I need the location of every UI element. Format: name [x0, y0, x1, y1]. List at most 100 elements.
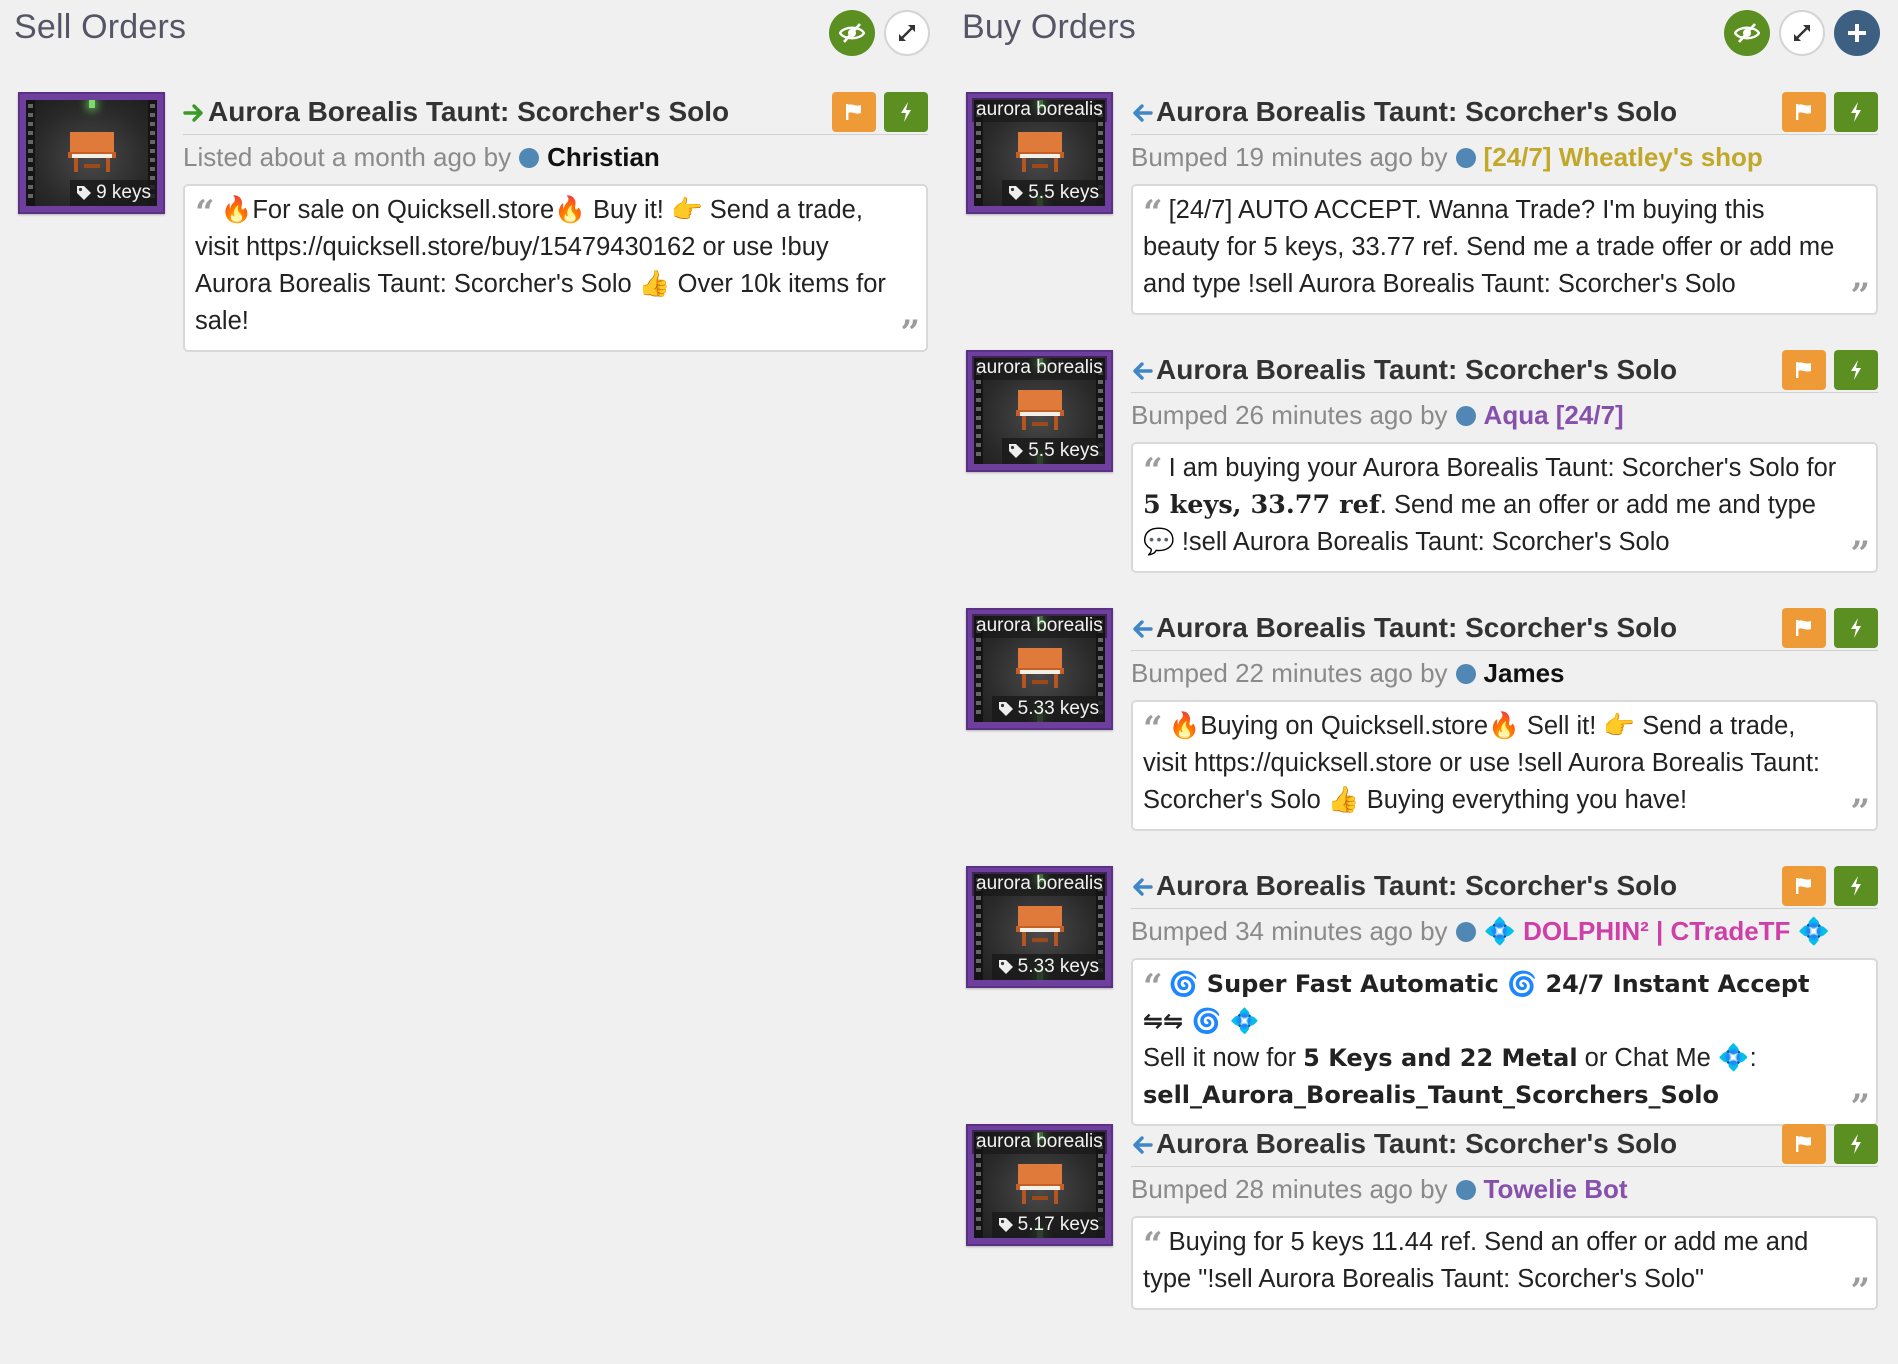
item-image[interactable]: aurora borealis 5.33 keys	[966, 608, 1113, 730]
quote-right-icon: ”	[1850, 534, 1870, 574]
price-label: 5.5 keys	[1028, 440, 1099, 461]
item-image[interactable]: aurora borealis 5.5 keys	[966, 92, 1113, 214]
tag-icon	[998, 960, 1013, 974]
expand-icon	[899, 25, 915, 41]
item-name[interactable]: Aurora Borealis Taunt: Scorcher's Solo	[1156, 612, 1677, 644]
quote-right-icon: ”	[1850, 1087, 1870, 1127]
online-status-dot	[519, 147, 540, 168]
listing-meta: Bumped 22 minutes ago by James	[1131, 658, 1565, 689]
hide-sell-orders-button[interactable]	[829, 10, 875, 56]
buy-orders-title: Buy Orders	[962, 8, 1136, 46]
item-name[interactable]: Aurora Borealis Taunt: Scorcher's Solo	[1156, 870, 1677, 902]
user-link[interactable]: James	[1484, 658, 1565, 689]
quote-right-icon: ”	[1850, 792, 1870, 832]
bolt-icon	[1851, 618, 1861, 638]
price-tag: 5.5 keys	[1002, 438, 1105, 464]
flag-icon	[1796, 1136, 1811, 1152]
bolt-icon	[1851, 1134, 1861, 1154]
effect-label: aurora borealis	[972, 98, 1107, 122]
quote-left-icon: “	[1143, 967, 1163, 1007]
report-button[interactable]	[1782, 350, 1826, 390]
price-label: 5.17 keys	[1017, 1214, 1099, 1235]
online-status-dot	[1455, 921, 1476, 942]
arrow-left-icon	[1133, 362, 1153, 380]
arrow-left-icon	[1133, 104, 1153, 122]
quick-trade-button[interactable]	[1834, 866, 1878, 906]
bolt-icon	[1851, 876, 1861, 896]
flag-icon	[1796, 878, 1811, 894]
listing-meta: Bumped 26 minutes ago by Aqua [24/7]	[1131, 400, 1624, 431]
price-label: 5.33 keys	[1017, 956, 1099, 977]
item-image[interactable]: 9 keys	[18, 92, 165, 214]
item-header: Aurora Borealis Taunt: Scorcher's Solo	[1131, 350, 1878, 393]
piano-icon	[67, 132, 116, 172]
tag-icon	[998, 1218, 1013, 1232]
price-tag: 5.17 keys	[991, 1212, 1105, 1238]
report-button[interactable]	[1782, 608, 1826, 648]
item-header: Aurora Borealis Taunt: Scorcher's Solo	[1131, 92, 1878, 135]
buy-listing: aurora borealis 5.5 keys Aurora Borealis…	[948, 350, 1890, 590]
plus-icon	[1848, 24, 1866, 42]
tag-icon	[998, 702, 1013, 716]
sell-listing: 9 keys Aurora Borealis Taunt: Scorcher's…	[0, 92, 940, 352]
user-link[interactable]: 💠 DOLPHIN² | CTradeTF 💠	[1484, 916, 1830, 947]
listing-comment: “[24/7] AUTO ACCEPT. Wanna Trade? I'm bu…	[1131, 184, 1878, 315]
expand-buy-orders-button[interactable]	[1779, 10, 1825, 56]
listing-comment: “I am buying your Aurora Borealis Taunt:…	[1131, 442, 1878, 573]
item-name[interactable]: Aurora Borealis Taunt: Scorcher's Solo	[1156, 1128, 1677, 1160]
report-button[interactable]	[1782, 1124, 1826, 1164]
quick-trade-button[interactable]	[1834, 92, 1878, 132]
buy-listing: aurora borealis 5.5 keys Aurora Borealis…	[948, 92, 1890, 332]
tag-icon	[77, 186, 92, 200]
price-tag: 5.33 keys	[991, 954, 1105, 980]
arrow-left-icon	[1133, 878, 1153, 896]
report-button[interactable]	[1782, 92, 1826, 132]
online-status-dot	[1455, 147, 1476, 168]
eye-slash-icon	[839, 23, 865, 43]
quick-trade-button[interactable]	[884, 92, 928, 132]
quick-trade-button[interactable]	[1834, 1124, 1878, 1164]
expand-sell-orders-button[interactable]	[884, 10, 930, 56]
listing-meta: Bumped 19 minutes ago by [24/7] Wheatley…	[1131, 142, 1763, 173]
report-button[interactable]	[1782, 866, 1826, 906]
item-header: Aurora Borealis Taunt: Scorcher's Solo	[1131, 1124, 1878, 1167]
buy-listing: aurora borealis 5.17 keys Aurora Boreali…	[948, 1124, 1890, 1364]
listing-comment: “🔥Buying on Quicksell.store🔥 Sell it! 👉 …	[1131, 700, 1878, 831]
bolt-icon	[1851, 360, 1861, 380]
user-link[interactable]: Christian	[547, 142, 660, 173]
online-status-dot	[1455, 1179, 1476, 1200]
item-name[interactable]: Aurora Borealis Taunt: Scorcher's Solo	[1156, 96, 1677, 128]
quote-left-icon: “	[1143, 451, 1163, 491]
add-buy-order-button[interactable]	[1834, 10, 1880, 56]
user-link[interactable]: Towelie Bot	[1484, 1174, 1628, 1205]
quick-trade-button[interactable]	[1834, 350, 1878, 390]
item-image[interactable]: aurora borealis 5.17 keys	[966, 1124, 1113, 1246]
item-image[interactable]: aurora borealis 5.5 keys	[966, 350, 1113, 472]
item-name[interactable]: Aurora Borealis Taunt: Scorcher's Solo	[208, 96, 729, 128]
buy-orders-header: Buy Orders	[948, 0, 1890, 62]
sell-orders-column: Sell Orders 9 keys Aurora Borealis Taunt…	[0, 0, 940, 352]
piano-icon	[1015, 132, 1064, 172]
price-tag: 5.33 keys	[991, 696, 1105, 722]
quote-left-icon: “	[195, 193, 215, 233]
piano-icon	[1015, 390, 1064, 430]
item-header: Aurora Borealis Taunt: Scorcher's Solo	[183, 92, 928, 135]
price-label: 5.5 keys	[1028, 182, 1099, 203]
quote-left-icon: “	[1143, 1225, 1163, 1265]
listing-comment: “Buying for 5 keys 11.44 ref. Send an of…	[1131, 1216, 1878, 1310]
arrow-left-icon	[1133, 1136, 1153, 1154]
item-image[interactable]: aurora borealis 5.33 keys	[966, 866, 1113, 988]
bolt-icon	[901, 102, 911, 122]
sell-orders-title: Sell Orders	[14, 8, 187, 46]
quote-right-icon: ”	[1850, 1271, 1870, 1311]
online-status-dot	[1455, 663, 1476, 684]
price-label: 9 keys	[96, 182, 151, 203]
quick-trade-button[interactable]	[1834, 608, 1878, 648]
quote-left-icon: “	[1143, 709, 1163, 749]
hide-buy-orders-button[interactable]	[1724, 10, 1770, 56]
report-button[interactable]	[832, 92, 876, 132]
user-link[interactable]: Aqua [24/7]	[1484, 400, 1624, 431]
user-link[interactable]: [24/7] Wheatley's shop	[1484, 142, 1763, 173]
item-name[interactable]: Aurora Borealis Taunt: Scorcher's Solo	[1156, 354, 1677, 386]
online-status-dot	[1455, 405, 1476, 426]
